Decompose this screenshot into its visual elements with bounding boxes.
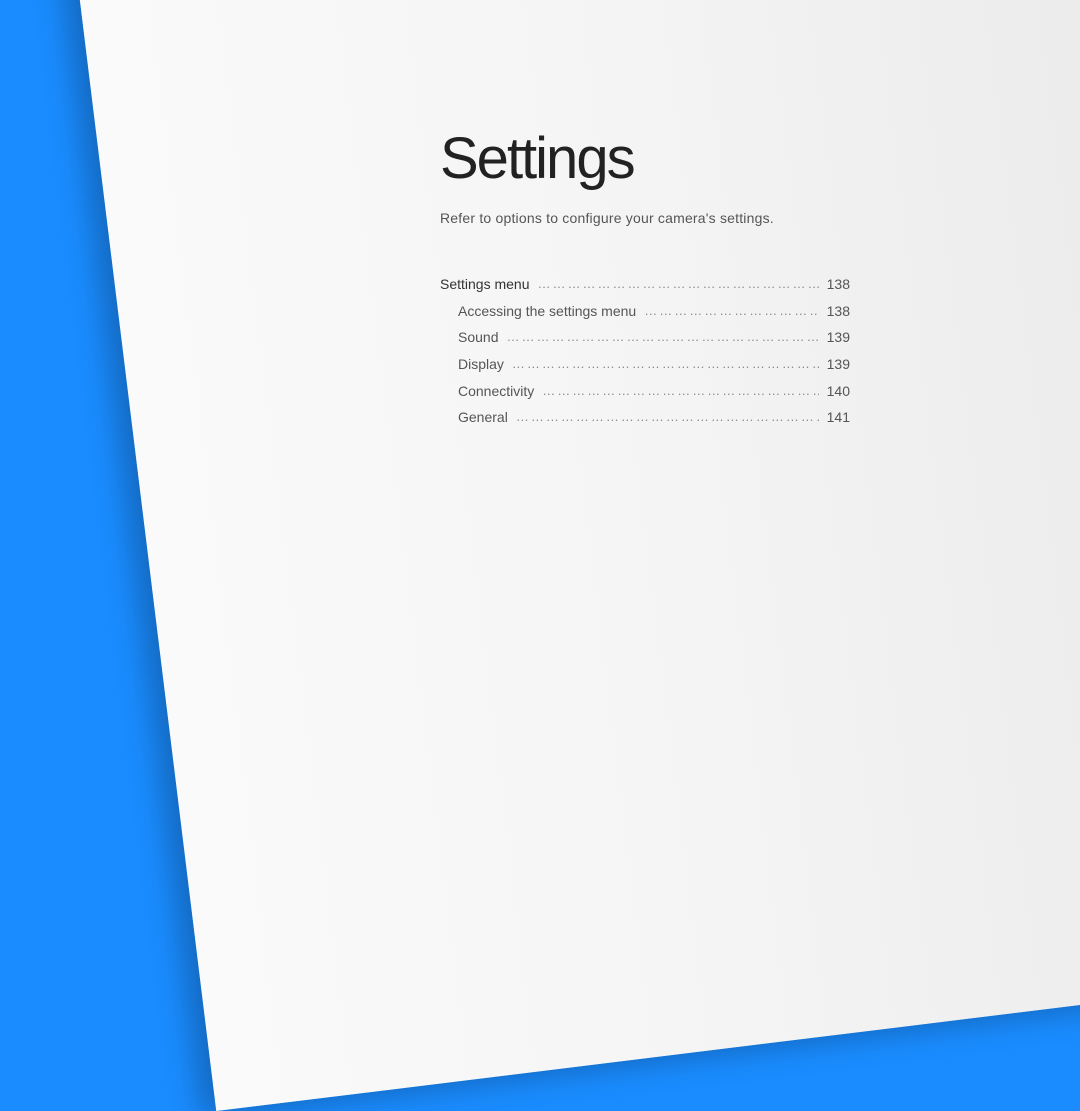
toc-section-label: Settings menu (440, 271, 538, 298)
toc-item-page: 139 (819, 324, 850, 351)
page-content: Settings Refer to options to configure y… (440, 125, 1010, 431)
toc-item-label: Sound (440, 324, 506, 351)
table-of-contents: Settings menu 138 Accessing the settings… (440, 271, 850, 431)
toc-item[interactable]: Sound 139 (440, 324, 850, 351)
toc-dots (516, 405, 819, 430)
page-title: Settings (440, 125, 1010, 192)
toc-item-label: Accessing the settings menu (440, 298, 644, 325)
toc-item-page: 141 (819, 404, 850, 431)
toc-dots (506, 325, 818, 350)
toc-dots (644, 299, 818, 324)
toc-dots (538, 272, 819, 297)
toc-item-page: 138 (819, 298, 850, 325)
toc-dots (512, 352, 819, 377)
toc-item[interactable]: General 141 (440, 404, 850, 431)
toc-item-label: Display (440, 351, 512, 378)
toc-section-page: 138 (819, 271, 850, 298)
toc-item[interactable]: Accessing the settings menu 138 (440, 298, 850, 325)
page-subtitle: Refer to options to configure your camer… (440, 210, 1010, 226)
toc-section[interactable]: Settings menu 138 (440, 271, 850, 298)
toc-item-label: General (440, 404, 516, 431)
toc-dots (542, 379, 818, 404)
toc-item-page: 140 (819, 378, 850, 405)
toc-item-label: Connectivity (440, 378, 542, 405)
toc-item[interactable]: Connectivity 140 (440, 378, 850, 405)
toc-item-page: 139 (819, 351, 850, 378)
toc-item[interactable]: Display 139 (440, 351, 850, 378)
